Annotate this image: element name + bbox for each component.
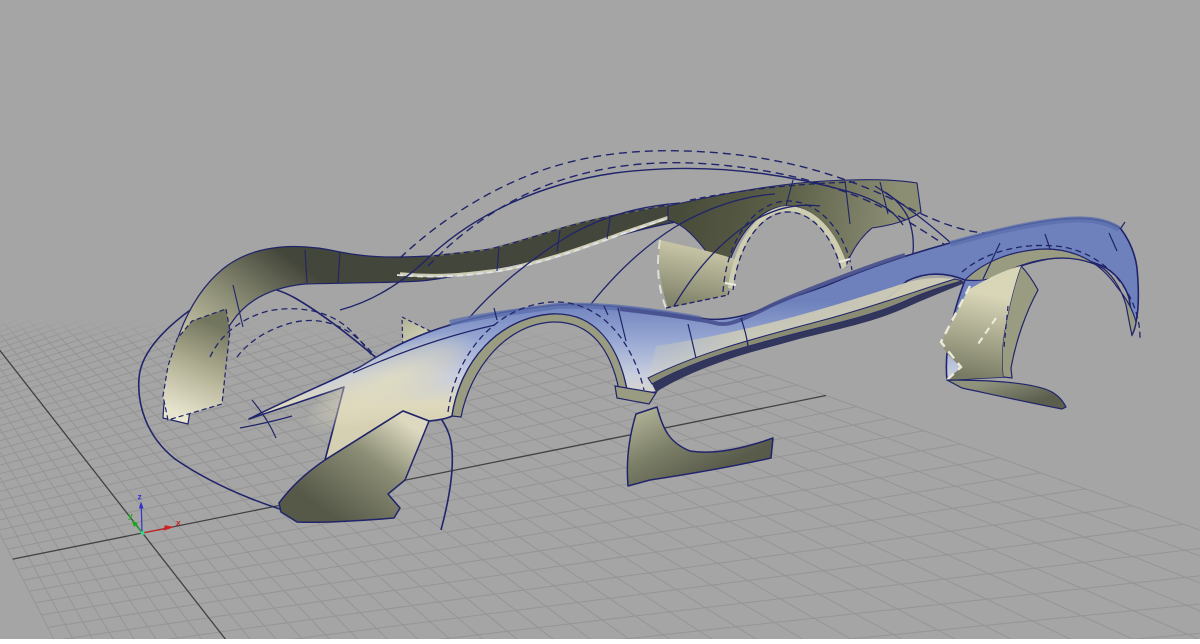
svg-text:z: z bbox=[138, 492, 142, 502]
svg-text:x: x bbox=[176, 518, 181, 528]
svg-text:y: y bbox=[128, 511, 133, 521]
